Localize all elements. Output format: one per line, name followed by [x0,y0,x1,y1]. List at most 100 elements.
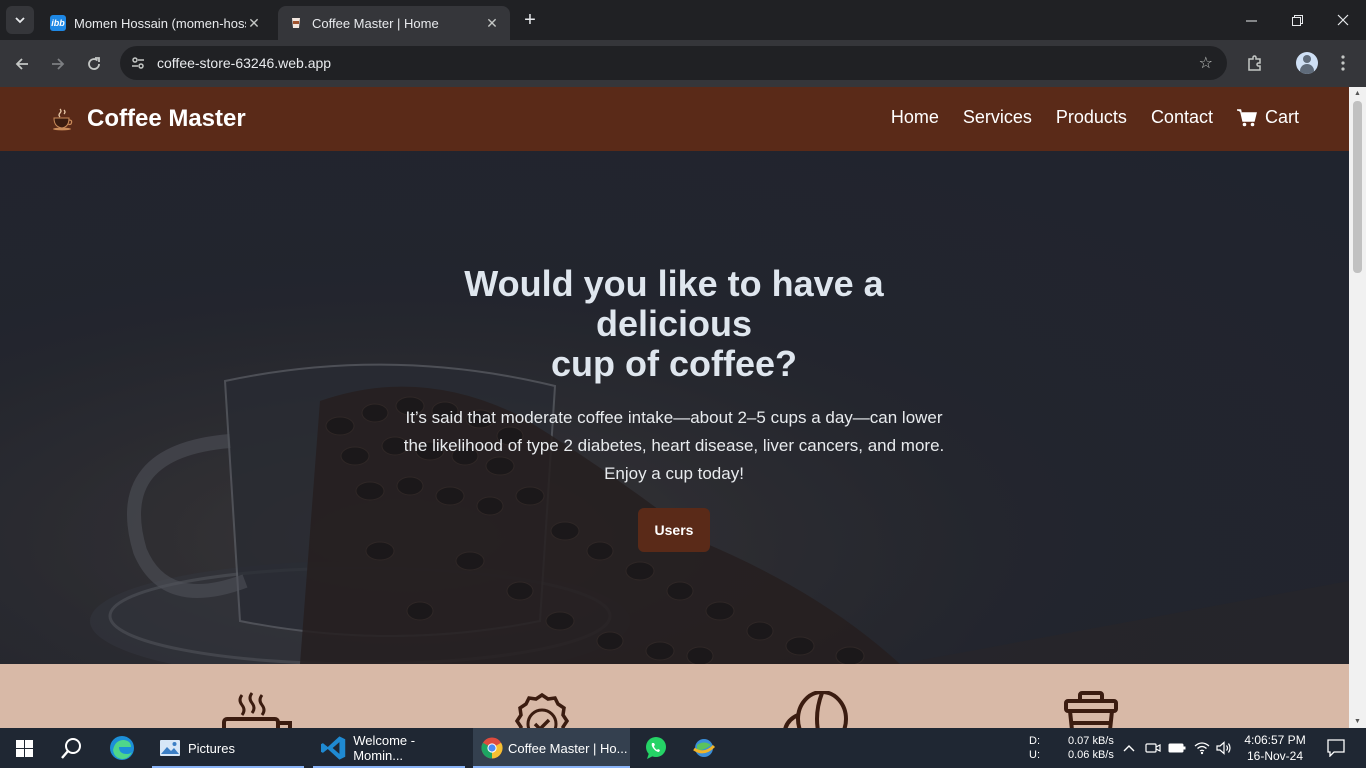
clock[interactable]: 4:06:57 PM 16-Nov-24 [1240,728,1310,768]
net-down-speed: 0.07 kB/s [1068,735,1114,747]
clock-time: 4:06:57 PM [1244,733,1306,747]
reload-icon [88,57,100,70]
quality-badge-icon [514,692,570,728]
taskbar-app-chrome[interactable]: Coffee Master | Ho... [473,728,630,768]
battery-button[interactable] [1166,728,1188,768]
hero-title-line: cup of coffee? [550,343,797,384]
speaker-icon [1216,741,1231,755]
close-tab-icon[interactable]: ✕ [246,15,262,32]
windows-logo-icon [15,739,33,757]
volume-button[interactable] [1214,728,1234,768]
taskbar-app-vscode[interactable]: Welcome - Momin... [313,728,465,768]
edge-button[interactable] [100,728,144,768]
net-up-speed: 0.06 kB/s [1068,749,1114,761]
meet-now-button[interactable] [1143,728,1163,768]
brand-name: Coffee Master [87,105,246,132]
scrollbar-thumb[interactable] [1353,101,1362,273]
scroll-up-icon[interactable]: ▲ [1349,90,1366,97]
ibb-favicon-icon: ibb [50,15,66,31]
chevron-up-icon [1123,745,1135,752]
main-menu: Home Services Products Contact Cart [867,107,1299,128]
coffee-logo-icon [53,108,73,131]
chrome-icon [481,737,503,759]
scroll-down-icon[interactable]: ▼ [1349,718,1366,725]
brand[interactable]: Coffee Master [50,103,246,135]
taskbar-app-label: Coffee Master | Ho... [508,740,628,756]
nav-services-link[interactable]: Services [963,107,1032,128]
nav-cart-label: Cart [1264,107,1299,127]
coffee-cup-favicon-icon [288,15,304,31]
address-bar[interactable]: coffee-store-63246.web.app ☆ [120,46,1227,80]
hero-text-line: It’s said that moderate coffee intake—ab… [405,408,943,427]
wifi-icon [1194,742,1210,755]
site-info-icon[interactable] [126,51,150,75]
arrow-right-icon [52,58,65,70]
net-up-label: U: [1029,749,1040,761]
notifications-button[interactable] [1318,728,1354,768]
notification-icon [1327,739,1345,757]
battery-icon [1168,743,1186,753]
wifi-button[interactable] [1191,728,1213,768]
chrome-menu-button[interactable] [1330,50,1356,76]
minimize-button[interactable] [1228,0,1274,40]
restore-icon [1291,14,1303,26]
hero-content: Would you like to have a delicious cup o… [374,264,974,552]
back-button[interactable] [8,50,36,78]
vscode-icon [321,736,346,760]
coffee-bean-icon [783,691,848,728]
search-button[interactable] [50,728,94,768]
tab-title: Momen Hossain (momen-hossa [74,15,246,31]
users-button[interactable]: Users [637,508,711,552]
puzzle-icon [1248,55,1261,71]
chevron-down-icon [15,17,25,24]
browser-tabstrip: ibb Momen Hossain (momen-hossa ✕ Coffee … [0,0,1366,40]
start-button[interactable] [0,728,48,768]
profile-button[interactable] [1294,50,1320,76]
clock-date: 16-Nov-24 [1246,749,1304,763]
show-hidden-icons-button[interactable] [1120,728,1138,768]
hero-section: Would you like to have a delicious cup o… [0,151,1349,664]
taskbar-app-whatsapp[interactable] [634,728,678,768]
close-tab-icon[interactable]: ✕ [484,15,500,32]
tab-search-button[interactable] [6,6,34,34]
restore-button[interactable] [1274,0,1320,40]
page-scrollbar[interactable]: ▲ ▼ [1349,87,1366,728]
tab-coffee-master[interactable]: Coffee Master | Home ✕ [278,6,510,40]
nav-home-link[interactable]: Home [891,107,939,128]
more-vertical-icon [1341,55,1345,71]
hero-title: Would you like to have a delicious cup o… [374,264,974,384]
nav-products-link[interactable]: Products [1056,107,1127,128]
close-icon [1337,14,1349,26]
windows-taskbar: Pictures Welcome - Momin... Coffee Maste… [0,728,1366,768]
net-down-label: D: [1029,735,1040,747]
takeaway-cup-icon [1064,691,1118,728]
tab-momen-hossain[interactable]: ibb Momen Hossain (momen-hossa ✕ [40,6,272,40]
minimize-icon [1245,20,1257,21]
avatar [1296,52,1318,74]
nav-cart-link[interactable]: Cart [1236,107,1299,128]
net-speed-values: 0.07 kB/s 0.06 kB/s [1068,728,1124,768]
browser-toolbar: coffee-store-63246.web.app ☆ [0,40,1366,87]
taskbar-app-label: Pictures [188,740,235,756]
arrow-left-icon [15,58,28,70]
taskbar-app-pictures[interactable]: Pictures [152,728,304,768]
close-window-button[interactable] [1320,0,1366,40]
features-section [0,664,1349,728]
taskbar-app-network[interactable] [682,728,726,768]
nav-contact-link[interactable]: Contact [1151,107,1213,128]
url-text[interactable]: coffee-store-63246.web.app [157,55,331,71]
hot-coffee-icon [222,692,292,728]
forward-button[interactable] [44,50,72,78]
bookmark-star-icon[interactable]: ☆ [1199,53,1213,73]
tab-title: Coffee Master | Home [312,15,439,31]
hero-text-line: the likelihood of type 2 diabetes, heart… [403,436,945,455]
net-speed-labels: D: U: [1029,728,1053,768]
edge-icon [110,736,134,760]
new-tab-button[interactable]: + [518,9,542,33]
cart-icon [1236,108,1257,126]
hero-title-line: delicious [595,303,753,344]
extensions-button[interactable] [1242,50,1268,76]
reload-button[interactable] [80,50,108,78]
hero-text-line: Enjoy a cup today! [604,464,744,483]
photos-icon [160,740,180,756]
